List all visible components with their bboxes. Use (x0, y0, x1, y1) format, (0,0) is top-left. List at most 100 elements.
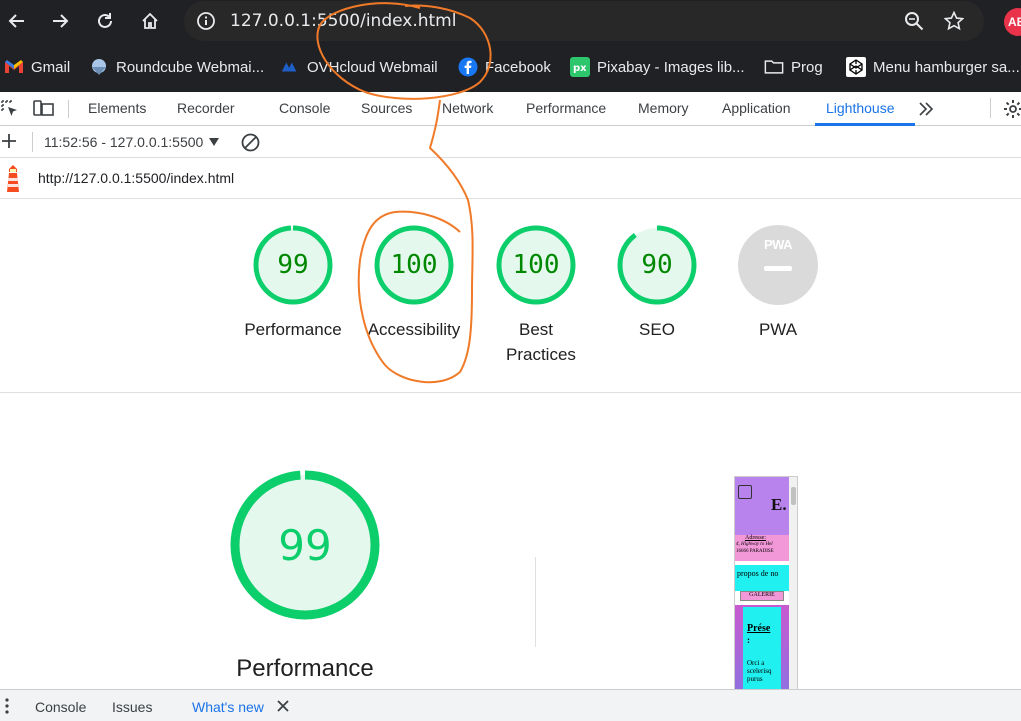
thumb-address-line: 16666 PARADISE (736, 549, 774, 554)
lighthouse-toolbar: 11:52:56 - 127.0.0.1:5500 (0, 126, 1021, 158)
drawer-menu-icon[interactable] (5, 698, 9, 714)
bookmark-label: Roundcube Webmai... (116, 58, 265, 76)
home-icon (142, 12, 158, 29)
thumb-nav-item: GALERIE (740, 591, 784, 601)
main-gauge-label: Performance (236, 655, 374, 682)
zoom-icon[interactable] (904, 11, 924, 31)
pwa-badge-text: PWA (763, 237, 793, 252)
address-bar-url[interactable]: 127.0.0.1:5500/index.html (230, 11, 456, 31)
thumb-scrollbar (789, 477, 797, 689)
tab-memory[interactable]: Memory (638, 100, 689, 116)
toolbar-divider (990, 98, 991, 118)
reload-button[interactable] (90, 6, 120, 36)
gmail-icon (4, 57, 24, 77)
performance-gauge[interactable]: 99 (252, 224, 334, 306)
more-tabs-chevron-icon[interactable] (917, 101, 935, 117)
caret-down-icon (209, 138, 220, 146)
gauge-score: 100 (512, 250, 560, 280)
gauge-label: Best Practices (476, 317, 596, 367)
tab-performance[interactable]: Performance (526, 100, 606, 116)
tab-lighthouse[interactable]: Lighthouse (826, 100, 895, 116)
bookmark-facebook[interactable]: Facebook (458, 55, 551, 79)
bookmark-pixabay[interactable]: px Pixabay - Images lib... (570, 55, 745, 79)
thumb-body-line: Orci a (747, 659, 765, 667)
seo-gauge[interactable]: 90 (616, 224, 698, 306)
gear-icon[interactable] (1003, 99, 1021, 119)
close-icon[interactable] (277, 700, 289, 712)
tab-network[interactable]: Network (442, 100, 493, 116)
thumb-logo-icon (738, 485, 752, 499)
toolbar-divider (68, 100, 69, 118)
thumb-section-title: Prése (747, 623, 771, 634)
best-practices-gauge[interactable]: 100 (495, 224, 577, 306)
bookmark-label: Prog (791, 58, 823, 76)
ovhcloud-icon (280, 57, 300, 77)
pixabay-icon: px (570, 57, 590, 77)
gauge-label-text: Best Practices (506, 320, 576, 364)
profile-avatar[interactable]: AB (1004, 8, 1021, 36)
thumb-body-line: scelerisq (747, 667, 772, 675)
bookmark-folder-prog[interactable]: Prog (764, 55, 823, 79)
back-button[interactable] (2, 6, 32, 36)
bookmark-label: Gmail (31, 58, 71, 76)
tab-recorder[interactable]: Recorder (177, 100, 235, 116)
devtools-drawer: Console Issues What's new (0, 689, 1021, 721)
toolbar-divider (32, 132, 33, 152)
gauge-label: SEO (639, 320, 675, 339)
main-gauge-score: 99 (278, 520, 332, 570)
info-icon[interactable] (196, 11, 216, 31)
thumb-address-label: Adresse: (745, 535, 766, 541)
drawer-tab-whats-new[interactable]: What's new (192, 699, 264, 715)
thumb-colon: : (747, 635, 750, 645)
bookmarks-bar: Gmail Roundcube Webmai... OVHcloud Webma… (0, 50, 1021, 82)
inspect-element-icon[interactable] (1, 100, 19, 118)
drawer-tab-console[interactable]: Console (35, 699, 86, 715)
address-bar[interactable]: 127.0.0.1:5500/index.html (184, 1, 984, 41)
bookmark-codepen[interactable]: Menu hamburger sa... (846, 55, 1020, 79)
svg-text:px: px (573, 63, 587, 74)
gauge-score: 100 (390, 250, 438, 280)
tab-application[interactable]: Application (722, 100, 791, 116)
vertical-divider (535, 557, 536, 647)
report-url-bar: http://127.0.0.1:5500/index.html (0, 158, 1021, 199)
report-selector[interactable]: 11:52:56 - 127.0.0.1:5500 (44, 134, 220, 150)
devtools-tab-bar: Elements Recorder Console Sources Networ… (0, 92, 1021, 126)
tab-sources[interactable]: Sources (361, 100, 412, 116)
tab-console[interactable]: Console (279, 100, 330, 116)
report-selector-label: 11:52:56 - 127.0.0.1:5500 (44, 134, 204, 150)
bookmark-ovhcloud[interactable]: OVHcloud Webmail (280, 55, 438, 79)
bookmark-label: Pixabay - Images lib... (597, 58, 745, 76)
home-button[interactable] (135, 6, 165, 36)
thumb-heading: E. (771, 495, 787, 514)
reload-icon (98, 13, 112, 28)
forward-button[interactable] (45, 6, 75, 36)
pwa-gauge[interactable]: PWA (737, 224, 819, 306)
bookmark-label: OVHcloud Webmail (307, 58, 438, 76)
clear-icon[interactable] (241, 133, 260, 152)
gauge-label: Accessibility (367, 320, 461, 339)
gauge-label: PWA (758, 320, 798, 339)
tab-elements[interactable]: Elements (88, 100, 146, 116)
codepen-icon (846, 57, 866, 77)
bookmark-label: Facebook (485, 58, 551, 76)
thumb-scrollbar-thumb (791, 487, 796, 505)
bookmark-label: Menu hamburger sa... (873, 58, 1020, 76)
bookmark-roundcube[interactable]: Roundcube Webmai... (89, 55, 264, 79)
thumb-nav-item: propos de no (737, 569, 779, 578)
drawer-tab-issues[interactable]: Issues (112, 699, 152, 715)
bookmark-gmail[interactable]: Gmail (4, 55, 70, 79)
folder-icon (764, 57, 784, 77)
device-toolbar-icon[interactable] (33, 100, 55, 118)
report-url[interactable]: http://127.0.0.1:5500/index.html (38, 170, 234, 186)
gauge-score: 90 (641, 250, 673, 280)
gauge-score: 99 (277, 250, 309, 280)
star-icon[interactable] (944, 11, 964, 31)
browser-toolbar: 127.0.0.1:5500/index.html AB (0, 0, 1021, 42)
thumb-address-line: 4, Highway to Hel (736, 542, 773, 547)
accessibility-gauge[interactable]: 100 (373, 224, 455, 306)
final-screenshot-thumbnail[interactable]: E. Adresse: 4, Highway to Hel 16666 PARA… (734, 476, 798, 690)
arrow-right-icon (53, 14, 69, 28)
plus-icon[interactable] (1, 133, 17, 149)
browser-chrome: 127.0.0.1:5500/index.html AB Gmail Round… (0, 0, 1021, 92)
section-divider (0, 392, 1021, 393)
